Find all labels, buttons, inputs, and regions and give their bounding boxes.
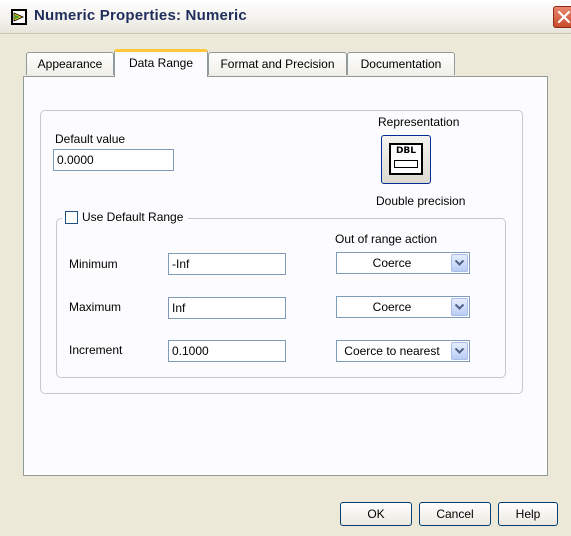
minimum-action-value: Coerce bbox=[372, 256, 412, 270]
representation-button[interactable]: DBL bbox=[381, 135, 431, 184]
maximum-action-value: Coerce bbox=[372, 300, 412, 314]
chevron-down-icon[interactable] bbox=[451, 342, 468, 360]
tab-documentation[interactable]: Documentation bbox=[347, 52, 455, 75]
maximum-action-select[interactable]: Coerce bbox=[336, 296, 470, 318]
tab-data-range[interactable]: Data Range bbox=[114, 49, 208, 77]
tab-appearance[interactable]: Appearance bbox=[26, 52, 114, 75]
data-range-panel: Default value 0.0000 Representation DBL … bbox=[23, 76, 548, 476]
increment-label: Increment bbox=[69, 343, 123, 357]
maximum-label: Maximum bbox=[69, 300, 122, 314]
title-bar[interactable]: Numeric Properties: Numeric bbox=[0, 0, 571, 34]
numeric-field-glyph bbox=[394, 160, 418, 168]
use-default-range-legend[interactable]: Use Default Range bbox=[62, 207, 189, 227]
labview-run-icon bbox=[11, 9, 27, 25]
default-value-input[interactable]: 0.0000 bbox=[53, 149, 174, 171]
increment-action-select[interactable]: Coerce to nearest bbox=[336, 340, 470, 362]
chevron-down-icon[interactable] bbox=[451, 298, 468, 316]
increment-action-value: Coerce to nearest bbox=[344, 344, 440, 358]
chevron-down-icon[interactable] bbox=[451, 254, 468, 272]
window-title: Numeric Properties: Numeric bbox=[34, 7, 247, 24]
representation-icon: DBL bbox=[389, 143, 423, 175]
use-default-range-label: Use Default Range bbox=[82, 210, 184, 224]
default-value-label: Default value bbox=[55, 132, 126, 146]
maximum-input[interactable]: Inf bbox=[168, 297, 286, 319]
help-button[interactable]: Help bbox=[498, 502, 558, 526]
ok-button[interactable]: OK bbox=[340, 502, 412, 526]
representation-type-label: Double precision bbox=[376, 194, 466, 208]
increment-input[interactable]: 0.1000 bbox=[168, 340, 286, 362]
minimum-input[interactable]: -Inf bbox=[168, 253, 286, 275]
minimum-label: Minimum bbox=[69, 257, 118, 271]
cancel-button[interactable]: Cancel bbox=[419, 502, 491, 526]
out-of-range-label: Out of range action bbox=[335, 232, 438, 246]
representation-icon-label: DBL bbox=[395, 146, 417, 156]
tab-format-and-precision[interactable]: Format and Precision bbox=[208, 52, 347, 75]
use-default-range-checkbox[interactable] bbox=[65, 210, 78, 224]
representation-label: Representation bbox=[378, 115, 460, 129]
close-icon[interactable] bbox=[553, 6, 571, 28]
minimum-action-select[interactable]: Coerce bbox=[336, 252, 470, 274]
